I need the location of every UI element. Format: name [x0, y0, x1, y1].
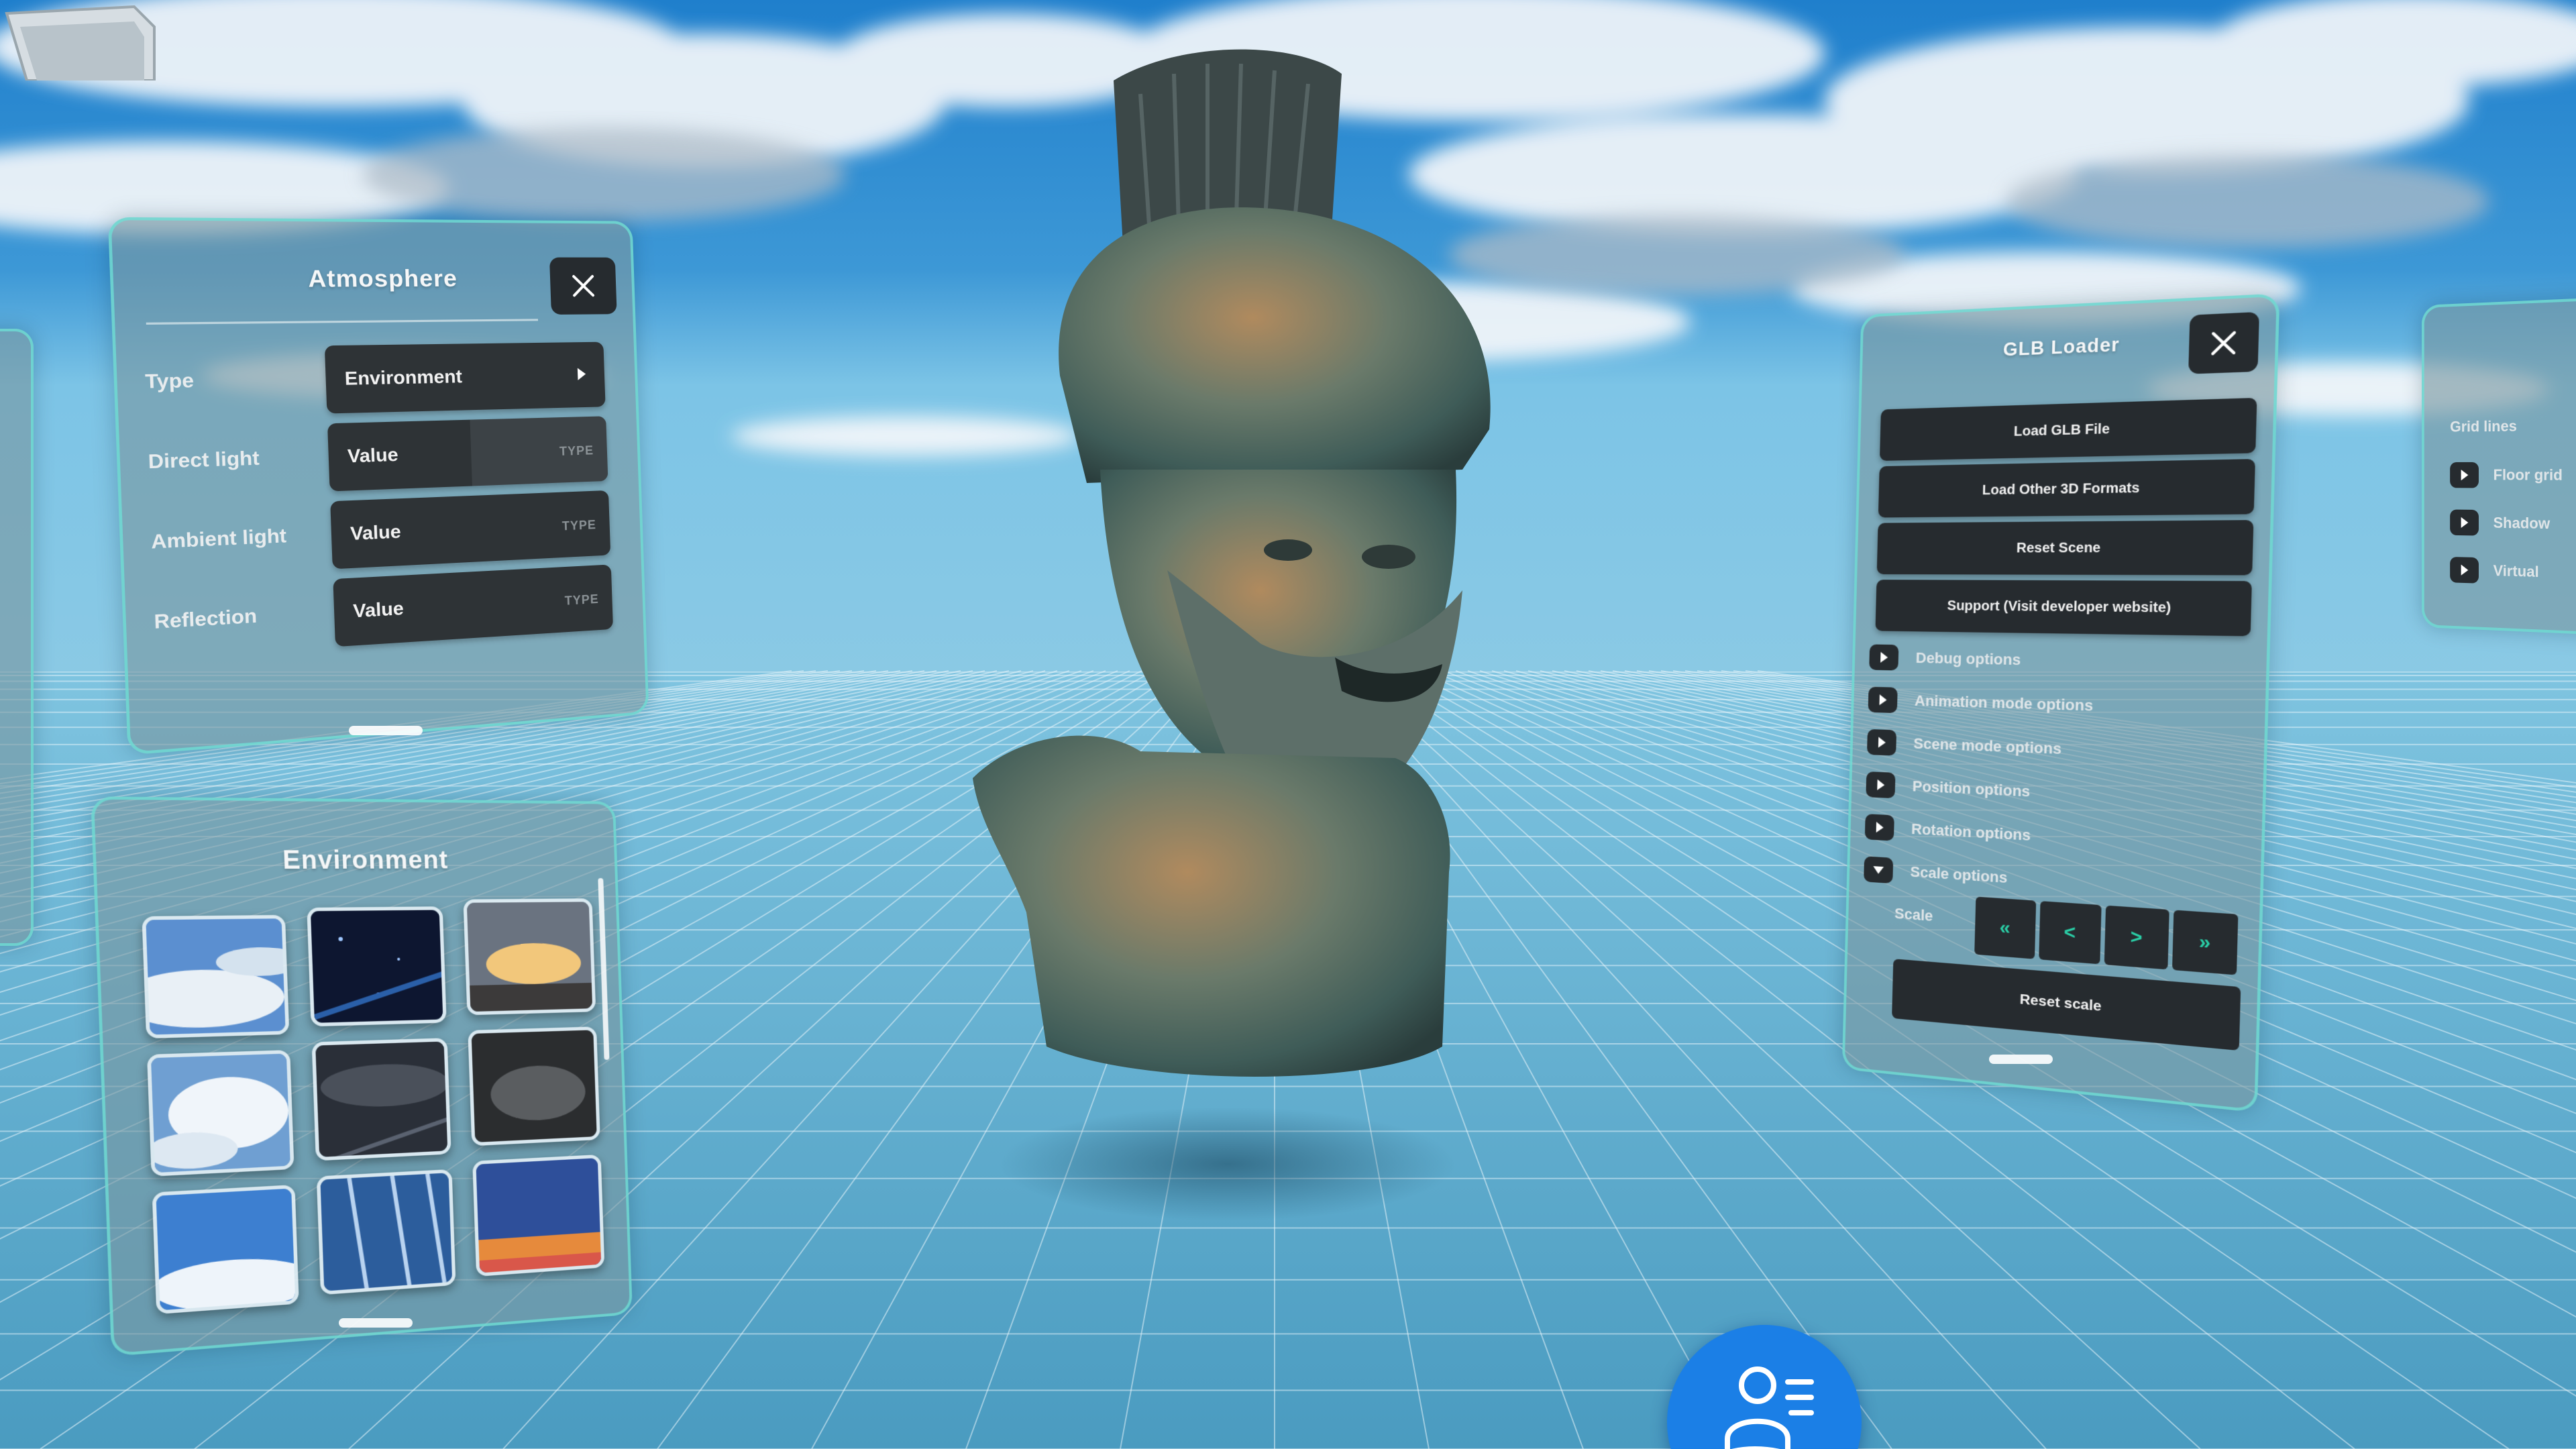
- load-glb-file-button[interactable]: Load GLB File: [1879, 397, 2257, 462]
- scale-increase-button[interactable]: >: [2104, 905, 2169, 970]
- option-rotation-label: Rotation options: [1911, 820, 2031, 845]
- environment-thumb-dusk-horizon[interactable]: [472, 1154, 605, 1277]
- load-other-formats-button[interactable]: Load Other 3D Formats: [1878, 459, 2255, 518]
- option-animation-mode-label: Animation mode options: [1914, 692, 2094, 714]
- environment-thumb-night-stars[interactable]: [307, 906, 447, 1027]
- far-right-option-virtual[interactable]: Virtual: [2450, 557, 2539, 585]
- scale-stepper: « < > »: [1974, 896, 2243, 975]
- environment-thumb-grey-smoke[interactable]: [468, 1026, 600, 1146]
- atmosphere-type-value: Environment: [344, 366, 463, 390]
- expand-arrow-icon: [1866, 771, 1896, 799]
- close-icon: [2208, 328, 2239, 358]
- atmosphere-type-select[interactable]: Environment: [324, 341, 606, 414]
- option-position-label: Position options: [1912, 777, 2031, 800]
- reflection-field[interactable]: Value TYPE: [333, 564, 614, 647]
- far-right-panel: Grid lines Floor grid Shadow Virtual: [2422, 295, 2576, 637]
- environment-scrollbar[interactable]: [598, 877, 610, 1061]
- environment-thumb-cloud-burst[interactable]: [146, 1050, 294, 1177]
- ambient-light-field[interactable]: Value TYPE: [330, 490, 611, 570]
- atmosphere-row-reflection: Reflection Value TYPE: [153, 564, 614, 658]
- environment-thumb-dark-storm[interactable]: [311, 1038, 451, 1161]
- grid-lines-heading-label: Grid lines: [2450, 417, 2517, 435]
- storm-thumbnail-icon: [315, 1041, 451, 1161]
- atmosphere-reflection-label: Reflection: [154, 604, 258, 633]
- collapse-arrow-icon: [1864, 856, 1894, 884]
- ambient-light-type: TYPE: [561, 517, 597, 533]
- scale-increase-fast-button[interactable]: »: [2171, 910, 2239, 975]
- reset-scene-button[interactable]: Reset Scene: [1876, 520, 2254, 576]
- reflection-type: TYPE: [564, 592, 599, 608]
- far-right-option-shadow[interactable]: Shadow: [2450, 509, 2550, 537]
- option-debug[interactable]: Debug options: [1869, 640, 2237, 682]
- scale-label: Scale: [1894, 904, 1933, 925]
- expand-arrow-icon: [2450, 509, 2479, 536]
- user-menu-icon: [1725, 1366, 1814, 1449]
- grid-lines-heading: Grid lines: [2450, 417, 2517, 435]
- reflection-value: Value: [352, 597, 405, 622]
- far-right-option-floor-grid[interactable]: Floor grid: [2450, 462, 2563, 488]
- dusk-thumbnail-icon: [476, 1157, 605, 1277]
- atmosphere-divider: [146, 319, 539, 325]
- close-icon: [570, 272, 597, 300]
- scale-decrease-button[interactable]: <: [2038, 901, 2102, 965]
- virtual-label: Virtual: [2493, 561, 2539, 581]
- expand-arrow-icon: [2450, 557, 2479, 584]
- night-thumbnail-icon: [310, 910, 447, 1027]
- expand-arrow-icon: [1868, 686, 1898, 714]
- atmosphere-type-label: Type: [144, 369, 195, 393]
- direct-light-type: TYPE: [559, 443, 594, 459]
- atmosphere-row-ambient-light: Ambient light Value TYPE: [150, 490, 611, 578]
- atmosphere-row-type: Type Environment: [144, 341, 606, 419]
- far-left-panel: [0, 329, 34, 946]
- glb-loader-close-button[interactable]: [2188, 311, 2259, 374]
- user-menu-button[interactable]: [1667, 1325, 1862, 1449]
- environment-thumb-rain-streaks[interactable]: [316, 1169, 456, 1295]
- environment-thumb-sunset-city[interactable]: [463, 898, 596, 1016]
- expand-arrow-icon: [1869, 644, 1899, 671]
- ambient-light-value: Value: [350, 521, 402, 545]
- scale-decrease-fast-button[interactable]: «: [1974, 896, 2036, 959]
- sunset-thumbnail-icon: [466, 902, 596, 1016]
- environment-thumbnail-grid: [135, 898, 606, 1324]
- environment-grab-handle[interactable]: [339, 1318, 413, 1328]
- controller-tray: [5, 5, 156, 80]
- direct-light-value: Value: [347, 443, 399, 467]
- environment-title: Environment: [282, 845, 449, 875]
- atmosphere-close-button[interactable]: [549, 257, 617, 315]
- option-scene-mode[interactable]: Scene mode options: [1866, 725, 2234, 773]
- atmosphere-ambient-light-label: Ambient light: [150, 524, 287, 553]
- bright-sky-thumbnail-icon: [156, 1187, 299, 1315]
- clouds-thumbnail-icon: [150, 1053, 294, 1177]
- atmosphere-row-direct-light: Direct light Value TYPE: [147, 416, 608, 498]
- shadow-label: Shadow: [2493, 514, 2551, 533]
- option-scale-label: Scale options: [1910, 863, 2008, 887]
- option-scene-mode-label: Scene mode options: [1913, 735, 2062, 758]
- environment-panel: Environment: [91, 796, 633, 1357]
- expand-arrow-icon: [1864, 814, 1894, 841]
- support-website-button[interactable]: Support (Visit developer website): [1875, 580, 2252, 637]
- smoke-thumbnail-icon: [471, 1030, 600, 1146]
- option-position[interactable]: Position options: [1866, 767, 2233, 819]
- expand-arrow-icon: [2450, 462, 2479, 488]
- rain-thumbnail-icon: [320, 1172, 456, 1295]
- floor-grid-label: Floor grid: [2493, 466, 2563, 484]
- glb-loader-grab-handle[interactable]: [1989, 1055, 2053, 1064]
- atmosphere-panel: Atmosphere Type Environment Direct light…: [107, 217, 649, 755]
- glb-loader-panel: GLB Loader Load GLB File Load Other 3D F…: [1841, 293, 2280, 1113]
- environment-thumb-bright-sky[interactable]: [152, 1184, 299, 1315]
- direct-light-field[interactable]: Value TYPE: [327, 416, 608, 492]
- atmosphere-grab-handle[interactable]: [349, 726, 423, 735]
- reset-scale-button[interactable]: Reset scale: [1892, 959, 2241, 1051]
- atmosphere-direct-light-label: Direct light: [148, 447, 260, 473]
- environment-thumb-sky-clouds-blue[interactable]: [142, 914, 290, 1039]
- chevron-right-icon: [577, 368, 586, 380]
- option-animation-mode[interactable]: Animation mode options: [1868, 683, 2235, 729]
- expand-arrow-icon: [1866, 729, 1897, 756]
- vr-scene: Atmosphere Type Environment Direct light…: [0, 0, 2576, 1449]
- option-debug-label: Debug options: [1915, 649, 2021, 669]
- sky-thumbnail-icon: [146, 918, 290, 1039]
